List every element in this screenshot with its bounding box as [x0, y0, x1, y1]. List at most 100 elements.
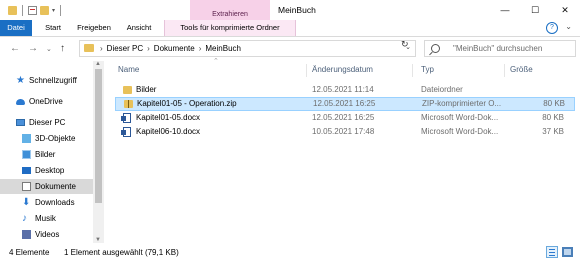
large-icons-view-icon[interactable]	[562, 247, 573, 257]
file-size: 80 KB	[542, 113, 564, 122]
file-date: 10.05.2021 17:48	[312, 127, 375, 136]
search-placeholder[interactable]: "MeinBuch" durchsuchen	[453, 41, 542, 56]
sidebar-item-desktop[interactable]: Desktop	[0, 163, 93, 178]
file-list: ⌃ Name Änderungsdatum Typ Größe Bilder 1…	[110, 58, 580, 243]
file-row-kapitel01-05-zip[interactable]: Kapitel01-05 - Operation.zip 12.05.2021 …	[115, 97, 575, 111]
desktop-icon	[22, 167, 31, 174]
word-doc-icon	[121, 113, 131, 123]
status-bar: 4 Elemente 1 Element ausgewählt (79,1 KB…	[0, 244, 580, 260]
column-header-date[interactable]: Änderungsdatum	[312, 65, 373, 74]
quick-access-toolbar: ▾	[8, 4, 63, 16]
sidebar-item-schnellzugriff[interactable]: ★ Schnellzugriff	[0, 73, 93, 88]
chevron-down-icon[interactable]: ⌄	[565, 22, 572, 31]
computer-icon	[16, 119, 25, 126]
sidebar-item-bilder[interactable]: Bilder	[0, 147, 93, 162]
address-bar[interactable]: › Dieser PC › Dokumente › MeinBuch ⌄	[79, 40, 416, 57]
column-divider[interactable]	[504, 64, 505, 77]
sidebar-item-musik[interactable]: ♪ Musik	[0, 211, 93, 226]
navigation-scrollbar[interactable]: ▲ ▼	[93, 61, 104, 243]
sidebar-item-onedrive[interactable]: OneDrive	[0, 94, 93, 109]
separator	[22, 4, 23, 16]
column-header-type[interactable]: Typ	[421, 65, 434, 74]
sidebar-item-videos[interactable]: Videos	[0, 227, 93, 242]
file-type: Microsoft Word-Dok...	[421, 127, 499, 136]
window-title: MeinBuch	[278, 5, 316, 15]
separator	[60, 4, 62, 16]
tab-freigeben[interactable]: Freigeben	[74, 20, 114, 36]
help-icon[interactable]: ?	[546, 22, 558, 34]
cloud-icon	[16, 98, 25, 105]
new-folder-icon[interactable]	[40, 5, 49, 15]
title-bar: ▾ Extrahieren MeinBuch — ☐ ✕	[0, 0, 580, 20]
tab-ansicht[interactable]: Ansicht	[120, 20, 158, 36]
file-size: 80 KB	[543, 99, 565, 108]
navigation-bar: ← → ⌄ ↑ › Dieser PC › Dokumente › MeinBu…	[0, 37, 580, 61]
minimize-button[interactable]: —	[490, 0, 520, 20]
chevron-right-icon[interactable]: ›	[199, 41, 202, 56]
breadcrumb-dokumente[interactable]: Dokumente	[154, 41, 195, 56]
maximize-button[interactable]: ☐	[520, 0, 550, 20]
search-box[interactable]: "MeinBuch" durchsuchen	[424, 40, 576, 57]
folder-icon	[84, 44, 94, 52]
details-view-icon[interactable]	[546, 246, 558, 258]
file-name: Kapitel06-10.docx	[136, 127, 201, 136]
file-name: Kapitel01-05.docx	[136, 113, 201, 122]
sort-ascending-icon: ⌃	[213, 58, 219, 65]
forward-arrow-icon[interactable]: →	[28, 43, 38, 54]
music-icon: ♪	[22, 213, 27, 224]
chevron-down-icon[interactable]: ▾	[52, 7, 55, 14]
column-divider[interactable]	[306, 64, 307, 77]
close-button[interactable]: ✕	[550, 0, 580, 20]
sidebar-item-downloads[interactable]: ⬇ Downloads	[0, 195, 93, 210]
tab-datei[interactable]: Datei	[0, 20, 32, 36]
word-doc-icon	[121, 127, 131, 137]
file-row-kapitel06-10-docx[interactable]: Kapitel06-10.docx 10.05.2021 17:48 Micro…	[115, 125, 575, 139]
star-icon: ★	[16, 75, 25, 86]
breadcrumb-meinbuch[interactable]: MeinBuch	[205, 41, 241, 56]
column-header-name[interactable]: Name	[118, 65, 139, 74]
scroll-down-icon[interactable]: ▼	[95, 237, 101, 243]
sidebar-item-dokumente[interactable]: Dokumente	[0, 179, 93, 194]
context-tab-group: Extrahieren	[190, 0, 270, 20]
file-type: Microsoft Word-Dok...	[421, 113, 499, 122]
navigation-pane: ★ Schnellzugriff OneDrive Dieser PC 3D-O…	[0, 61, 93, 243]
window-controls: — ☐ ✕	[490, 0, 580, 20]
folder-icon[interactable]	[8, 5, 17, 15]
search-icon	[431, 44, 440, 53]
scrollbar-thumb[interactable]	[95, 69, 102, 203]
file-row-bilder[interactable]: Bilder 12.05.2021 11:14 Dateiordner	[115, 83, 575, 97]
scroll-up-icon[interactable]: ▲	[95, 61, 101, 67]
file-size: 37 KB	[542, 127, 564, 136]
folder-icon	[123, 86, 132, 94]
item-count: 4 Elemente	[9, 248, 50, 257]
up-arrow-icon[interactable]: ↑	[60, 43, 65, 54]
column-divider[interactable]	[412, 64, 413, 77]
breadcrumb-dieser-pc[interactable]: Dieser PC	[107, 41, 143, 56]
properties-icon[interactable]	[28, 5, 37, 15]
zip-folder-icon	[124, 100, 133, 108]
file-type: Dateiordner	[421, 85, 463, 94]
file-date: 12.05.2021 16:25	[313, 99, 376, 108]
file-name: Kapitel01-05 - Operation.zip	[137, 99, 237, 108]
file-date: 12.05.2021 11:14	[312, 85, 374, 94]
file-row-kapitel01-05-docx[interactable]: Kapitel01-05.docx 12.05.2021 16:25 Micro…	[115, 111, 575, 125]
file-type: ZIP-komprimierter O...	[422, 99, 502, 108]
chevron-right-icon[interactable]: ›	[100, 41, 103, 56]
selection-info: 1 Element ausgewählt (79,1 KB)	[64, 248, 179, 257]
recent-locations-chevron-icon[interactable]: ⌄	[46, 45, 52, 53]
breadcrumb: › Dieser PC › Dokumente › MeinBuch	[100, 41, 241, 56]
video-icon	[22, 230, 31, 239]
tab-compressed-tools[interactable]: Tools für komprimierte Ordner	[164, 20, 296, 36]
sidebar-item-dieser-pc[interactable]: Dieser PC	[0, 115, 93, 130]
column-header-size[interactable]: Größe	[510, 65, 533, 74]
download-icon: ⬇	[22, 197, 31, 208]
sidebar-item-3d-objekte[interactable]: 3D-Objekte	[0, 131, 93, 146]
documents-icon	[22, 182, 31, 191]
file-name: Bilder	[136, 85, 157, 94]
ribbon-tabs: Datei Start Freigeben Ansicht Tools für …	[0, 20, 580, 37]
file-date: 12.05.2021 16:25	[312, 113, 375, 122]
back-arrow-icon[interactable]: ←	[10, 43, 20, 54]
tab-start[interactable]: Start	[38, 20, 68, 36]
chevron-right-icon[interactable]: ›	[147, 41, 150, 56]
refresh-icon[interactable]: ↻	[401, 39, 409, 50]
